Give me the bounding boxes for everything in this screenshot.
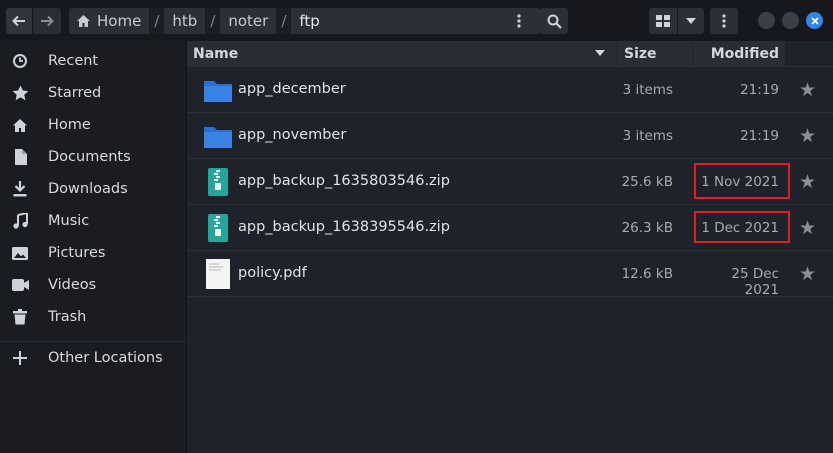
close-button[interactable]: [806, 12, 823, 29]
star-icon[interactable]: ★: [799, 263, 816, 285]
grid-icon: [656, 15, 670, 27]
arrow-left-icon: [12, 15, 25, 27]
column-name-label: Name: [193, 46, 239, 62]
highlight-box: [694, 163, 790, 199]
minimize-button[interactable]: [758, 12, 775, 29]
sort-descending-icon: [595, 50, 605, 56]
sidebar-item-label: Home: [48, 117, 91, 133]
download-icon: [10, 179, 30, 199]
breadcrumb-label: noter: [228, 12, 269, 30]
picture-icon: [10, 243, 30, 263]
star-icon[interactable]: ★: [799, 217, 816, 239]
file-size: 26.3 kB: [621, 220, 673, 236]
column-size-label: Size: [624, 46, 657, 62]
more-vertical-icon: [517, 14, 521, 28]
sidebar-item-pictures[interactable]: Pictures: [0, 237, 186, 269]
file-modified: 21:19: [740, 128, 779, 144]
clock-icon: [10, 51, 30, 71]
main-menu-button[interactable]: [710, 8, 738, 34]
pdf-document-icon: [203, 259, 233, 289]
breadcrumb-separator: /: [205, 8, 221, 34]
star-icon: [10, 83, 30, 103]
sidebar-item-label: Other Locations: [48, 350, 163, 366]
highlight-box: [694, 211, 790, 243]
file-size: 3 items: [622, 82, 673, 98]
document-icon: [10, 147, 30, 167]
more-vertical-icon: [722, 14, 726, 28]
file-row[interactable]: app_december 3 items 21:19 ★: [187, 67, 833, 113]
close-icon: [810, 16, 819, 25]
sidebar-item-label: Downloads: [48, 181, 128, 197]
file-name: app_backup_1635803546.zip: [238, 173, 450, 189]
view-options-button[interactable]: [678, 8, 704, 34]
file-name: app_backup_1638395546.zip: [238, 219, 450, 235]
file-size: 25.6 kB: [621, 174, 673, 190]
star-icon[interactable]: ★: [799, 171, 816, 193]
sidebar-item-label: Trash: [48, 309, 87, 325]
sidebar-item-label: Documents: [48, 149, 131, 165]
file-row[interactable]: policy.pdf 12.6 kB 25 Dec 2021 ★: [187, 251, 833, 298]
sidebar-item-label: Videos: [48, 277, 97, 293]
back-button[interactable]: [6, 8, 32, 34]
sidebar-item-recent[interactable]: Recent: [0, 45, 186, 77]
trash-icon: [10, 307, 30, 327]
breadcrumb-label: htb: [172, 12, 198, 30]
file-size: 12.6 kB: [621, 266, 673, 282]
sidebar-item-trash[interactable]: Trash: [0, 301, 186, 333]
breadcrumb-label: ftp: [299, 12, 320, 30]
sidebar-item-videos[interactable]: Videos: [0, 269, 186, 301]
column-modified-label: Modified: [710, 46, 779, 62]
file-name: policy.pdf: [238, 265, 307, 281]
column-size[interactable]: Size: [618, 41, 692, 67]
zip-archive-icon: [203, 167, 233, 197]
path-menu-button[interactable]: [506, 8, 532, 34]
file-size: 3 items: [622, 128, 673, 144]
sidebar-item-music[interactable]: Music: [0, 205, 186, 237]
home-icon: [10, 115, 30, 135]
maximize-button[interactable]: [782, 12, 799, 29]
folder-icon: [203, 75, 233, 105]
arrow-right-icon: [41, 15, 54, 27]
file-name: app_december: [238, 81, 346, 97]
file-row[interactable]: app_november 3 items 21:19 ★: [187, 113, 833, 159]
sidebar-item-label: Recent: [48, 53, 99, 69]
music-icon: [10, 211, 30, 231]
sidebar: Recent Starred Home Documents Downloads …: [0, 41, 187, 453]
chevron-down-icon: [686, 18, 696, 24]
file-name: app_november: [238, 127, 347, 143]
breadcrumb-separator: /: [276, 8, 292, 34]
breadcrumb-noter[interactable]: noter: [220, 8, 277, 34]
home-icon: [76, 14, 91, 28]
sidebar-item-label: Pictures: [48, 245, 106, 261]
column-header: Name Size Modified: [187, 41, 833, 67]
sidebar-item-home[interactable]: Home: [0, 109, 186, 141]
forward-button[interactable]: [33, 8, 61, 34]
file-modified: 21:19: [740, 82, 779, 98]
sidebar-item-label: Music: [48, 213, 90, 229]
breadcrumb-label: Home: [97, 12, 142, 30]
search-icon: [547, 14, 562, 29]
breadcrumb: Home / htb / noter / ftp: [69, 8, 542, 34]
zip-archive-icon: [203, 213, 233, 243]
sidebar-item-other-locations[interactable]: Other Locations: [0, 342, 186, 374]
sidebar-item-starred[interactable]: Starred: [0, 77, 186, 109]
file-modified: 25 Dec 2021: [731, 266, 779, 298]
breadcrumb-home[interactable]: Home: [69, 8, 150, 34]
breadcrumb-ftp[interactable]: ftp: [291, 8, 542, 34]
breadcrumb-separator: /: [149, 8, 165, 34]
header-bar: Home / htb / noter / ftp: [0, 0, 833, 41]
plus-icon: [10, 348, 30, 368]
sidebar-item-downloads[interactable]: Downloads: [0, 173, 186, 205]
sidebar-item-label: Starred: [48, 85, 102, 101]
view-grid-button[interactable]: [649, 8, 677, 34]
sidebar-item-documents[interactable]: Documents: [0, 141, 186, 173]
star-icon[interactable]: ★: [799, 125, 816, 147]
star-icon[interactable]: ★: [799, 79, 816, 101]
breadcrumb-htb[interactable]: htb: [164, 8, 206, 34]
column-modified[interactable]: Modified: [693, 41, 785, 67]
column-name[interactable]: Name: [187, 41, 617, 67]
folder-icon: [203, 121, 233, 151]
search-button[interactable]: [540, 8, 568, 34]
video-icon: [10, 275, 30, 295]
